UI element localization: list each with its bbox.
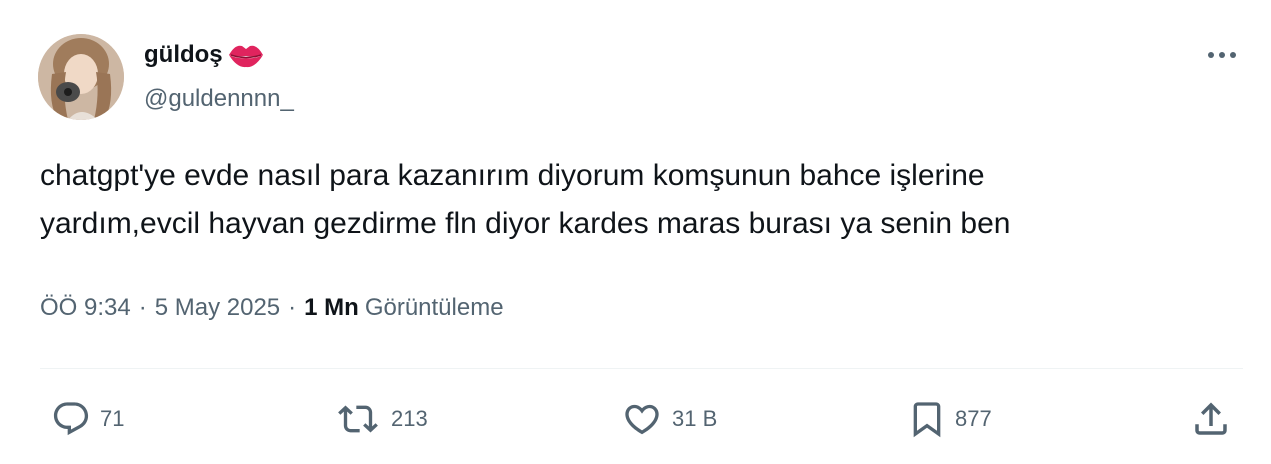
repost-count: 213	[391, 406, 428, 431]
share-button[interactable]	[1190, 395, 1232, 443]
avatar-image	[38, 34, 124, 120]
kiss-mark-icon	[227, 40, 265, 70]
author-name-row[interactable]: güldoş	[144, 40, 265, 70]
tweet-text: chatgpt'ye evde nasıl para kazanırım diy…	[40, 159, 1011, 240]
more-options-button[interactable]	[1200, 38, 1244, 72]
bookmark-button[interactable]: 877	[907, 395, 992, 443]
heart-icon	[625, 404, 659, 435]
reply-button[interactable]: 71	[50, 395, 124, 443]
reply-count: 71	[100, 406, 125, 431]
meta-separator: ·	[138, 294, 147, 321]
divider	[40, 368, 1243, 369]
views-label: Görüntüleme	[364, 294, 504, 321]
display-name[interactable]: güldoş	[144, 40, 223, 70]
repost-icon	[338, 405, 378, 433]
author-handle[interactable]: @guldennnn_	[144, 84, 294, 114]
bookmark-icon	[913, 402, 941, 438]
action-bar: 71 213 31 B 877	[0, 395, 1271, 443]
repost-button[interactable]: 213	[333, 395, 428, 443]
share-icon	[1195, 402, 1227, 435]
tweet-card: güldoş @guldennnn_ chatgpt'ye evde nasıl…	[0, 0, 1271, 464]
reply-icon	[53, 402, 89, 436]
tweet-date[interactable]: 5 May 2025	[155, 290, 280, 326]
meta-separator: ·	[288, 294, 297, 321]
like-button[interactable]: 31 B	[620, 395, 717, 443]
avatar[interactable]	[38, 34, 124, 120]
tweet-time[interactable]: ÖÖ 9:34	[40, 290, 131, 326]
like-count: 31 B	[672, 406, 718, 431]
bookmark-count: 877	[955, 406, 992, 431]
more-dots-icon	[1208, 52, 1236, 58]
views-count[interactable]: 1 Mn	[304, 290, 359, 326]
tweet-meta: ÖÖ 9:34 · 5 May 2025 · 1 Mn Görüntüleme	[40, 290, 504, 326]
